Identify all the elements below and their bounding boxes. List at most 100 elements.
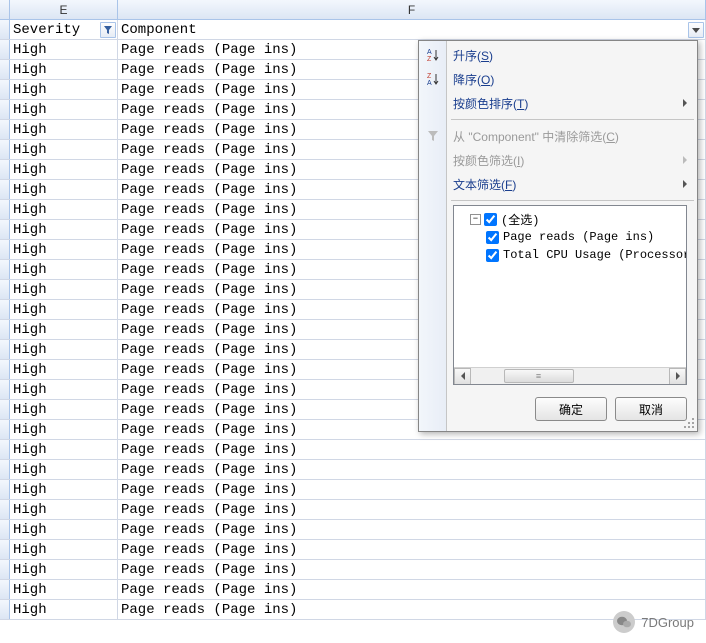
cell-severity[interactable]: High (10, 340, 118, 359)
checkbox-select-all[interactable] (484, 213, 497, 226)
filter-item[interactable]: Total CPU Usage (Processor (456, 246, 684, 264)
checkbox-item[interactable] (486, 249, 499, 262)
cell-component[interactable]: Page reads (Page ins) (118, 480, 706, 499)
scroll-right-button[interactable] (669, 368, 686, 385)
cell-severity[interactable]: High (10, 260, 118, 279)
cell-severity[interactable]: High (10, 140, 118, 159)
filter-button-severity[interactable] (100, 22, 116, 38)
row-header[interactable] (0, 60, 10, 79)
row-header[interactable] (0, 420, 10, 439)
cell-severity[interactable]: High (10, 360, 118, 379)
menu-filter-by-color: 按颜色筛选(I) (419, 148, 697, 172)
cell-component[interactable]: Page reads (Page ins) (118, 440, 706, 459)
cell-severity[interactable]: High (10, 300, 118, 319)
row-header[interactable] (0, 300, 10, 319)
header-cell-severity[interactable]: Severity (10, 20, 118, 39)
scroll-left-button[interactable] (454, 368, 471, 385)
resize-grip-icon[interactable] (683, 417, 695, 429)
row-header[interactable] (0, 460, 10, 479)
row-header[interactable] (0, 320, 10, 339)
cell-severity[interactable]: High (10, 280, 118, 299)
header-cell-component[interactable]: Component (118, 20, 706, 39)
cell-component[interactable]: Page reads (Page ins) (118, 560, 706, 579)
cell-severity[interactable]: High (10, 460, 118, 479)
cell-component[interactable]: Page reads (Page ins) (118, 580, 706, 599)
row-header[interactable] (0, 380, 10, 399)
row-header[interactable] (0, 560, 10, 579)
row-header[interactable] (0, 500, 10, 519)
row-header[interactable] (0, 440, 10, 459)
row-header[interactable] (0, 360, 10, 379)
cell-severity[interactable]: High (10, 40, 118, 59)
checkbox-item[interactable] (486, 231, 499, 244)
cell-severity[interactable]: High (10, 480, 118, 499)
cell-severity[interactable]: High (10, 240, 118, 259)
cell-component[interactable]: Page reads (Page ins) (118, 540, 706, 559)
row-header[interactable] (0, 260, 10, 279)
table-row: HighPage reads (Page ins) (0, 560, 706, 580)
cell-severity[interactable]: High (10, 220, 118, 239)
cell-severity[interactable]: High (10, 400, 118, 419)
cell-severity[interactable]: High (10, 540, 118, 559)
tree-collapse-icon[interactable]: − (470, 214, 481, 225)
row-header[interactable] (0, 80, 10, 99)
cell-severity[interactable]: High (10, 200, 118, 219)
horizontal-scrollbar[interactable]: ≡ (454, 367, 686, 384)
cell-severity[interactable]: High (10, 600, 118, 619)
cell-component[interactable]: Page reads (Page ins) (118, 500, 706, 519)
row-header[interactable] (0, 140, 10, 159)
submenu-arrow-icon (683, 180, 687, 188)
cell-severity[interactable]: High (10, 180, 118, 199)
filter-select-all[interactable]: − (全选) (456, 210, 684, 228)
filter-button-component[interactable] (688, 22, 704, 38)
row-header[interactable] (0, 120, 10, 139)
row-header[interactable] (0, 600, 10, 619)
row-header[interactable] (0, 580, 10, 599)
autofilter-menu: A Z 升序(S) Z A 降序(O) 按颜色排序(T) (418, 40, 698, 432)
tree-label: Total CPU Usage (Processor (503, 248, 687, 262)
cell-severity[interactable]: High (10, 520, 118, 539)
cancel-button[interactable]: 取消 (615, 397, 687, 421)
cell-severity[interactable]: High (10, 60, 118, 79)
row-header[interactable] (0, 280, 10, 299)
cell-component[interactable]: Page reads (Page ins) (118, 460, 706, 479)
menu-sort-asc[interactable]: A Z 升序(S) (419, 43, 697, 67)
row-header[interactable] (0, 240, 10, 259)
cell-severity[interactable]: High (10, 100, 118, 119)
cell-severity[interactable]: High (10, 560, 118, 579)
cell-severity[interactable]: High (10, 420, 118, 439)
watermark: 7DGroup (613, 611, 694, 633)
menu-text-filter[interactable]: 文本筛选(F) (419, 172, 697, 196)
row-header[interactable] (0, 520, 10, 539)
row-header[interactable] (0, 180, 10, 199)
row-header[interactable] (0, 540, 10, 559)
cell-component[interactable]: Page reads (Page ins) (118, 520, 706, 539)
row-header[interactable] (0, 40, 10, 59)
row-header[interactable] (0, 400, 10, 419)
cell-severity[interactable]: High (10, 380, 118, 399)
row-header[interactable] (0, 480, 10, 499)
row-header[interactable] (0, 340, 10, 359)
row-header[interactable] (0, 200, 10, 219)
cell-severity[interactable]: High (10, 120, 118, 139)
menu-sort-desc[interactable]: Z A 降序(O) (419, 67, 697, 91)
cell-severity[interactable]: High (10, 80, 118, 99)
chevron-left-icon (460, 372, 466, 380)
cell-severity[interactable]: High (10, 160, 118, 179)
ok-button[interactable]: 确定 (535, 397, 607, 421)
cell-severity[interactable]: High (10, 440, 118, 459)
column-header-e[interactable]: E (10, 0, 118, 19)
cell-severity[interactable]: High (10, 580, 118, 599)
cell-severity[interactable]: High (10, 500, 118, 519)
column-header-f[interactable]: F (118, 0, 706, 19)
cell-severity[interactable]: High (10, 320, 118, 339)
filter-values-list: − (全选) Page reads (Page ins) Total CPU U… (453, 205, 687, 385)
row-header[interactable] (0, 160, 10, 179)
scroll-thumb[interactable]: ≡ (504, 369, 574, 383)
row-header[interactable] (0, 20, 10, 39)
menu-sort-by-color[interactable]: 按颜色排序(T) (419, 91, 697, 115)
row-header[interactable] (0, 100, 10, 119)
submenu-arrow-icon (683, 156, 687, 164)
filter-item[interactable]: Page reads (Page ins) (456, 228, 684, 246)
row-header[interactable] (0, 220, 10, 239)
